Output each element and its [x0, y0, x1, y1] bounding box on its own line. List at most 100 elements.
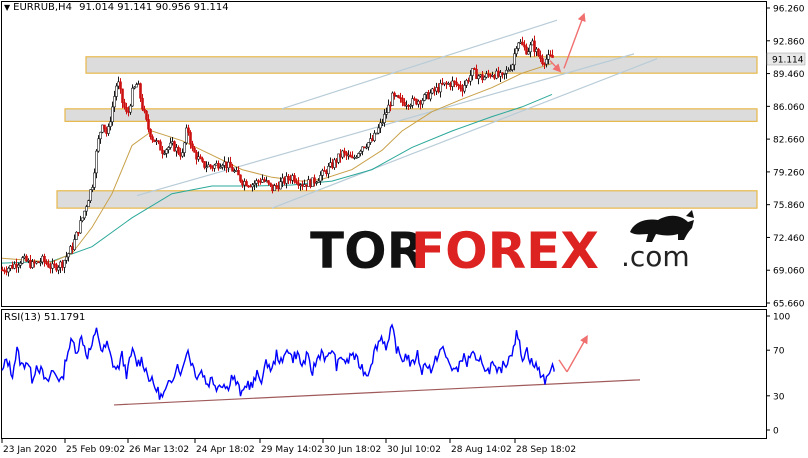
watermark-tor: TOR: [310, 222, 425, 280]
candle-body: [43, 255, 46, 263]
symbol-label: EURRUB,H4: [13, 2, 72, 13]
time-tick-label: 28 Aug 14:02: [451, 445, 512, 455]
candle-body: [463, 85, 466, 92]
candle-body: [235, 170, 238, 172]
candle-body: [455, 81, 458, 85]
candle-body: [421, 100, 424, 105]
candle-body: [253, 183, 256, 186]
candle-body: [85, 206, 88, 212]
candle-body: [135, 84, 138, 88]
candle-body: [195, 151, 198, 160]
candle-body: [187, 127, 190, 133]
candle-body: [401, 97, 404, 103]
candle-body: [177, 147, 180, 154]
time-tick-label: 30 Jul 10:02: [387, 445, 441, 455]
rsi-tick-label: 0: [773, 427, 779, 437]
candle-body: [279, 181, 282, 190]
candle-body: [125, 107, 128, 112]
price-tick-label: 79.260: [773, 168, 805, 178]
candle-body: [111, 106, 114, 123]
candle-body: [249, 185, 252, 188]
candle-body: [191, 143, 194, 149]
candle-body: [117, 81, 120, 87]
candle-body: [197, 156, 200, 160]
candle-body: [155, 140, 158, 143]
candle-body: [193, 147, 196, 153]
sr-zone: [64, 108, 758, 122]
candle-body: [121, 88, 124, 103]
candle-body: [129, 105, 132, 113]
current-price-label: 91.114: [772, 56, 804, 66]
candle-body: [357, 153, 360, 158]
candle-body: [529, 44, 532, 53]
candle-body: [141, 97, 144, 110]
candle-body: [205, 166, 208, 169]
candle-body: [469, 75, 472, 82]
candle-body: [105, 128, 108, 134]
candle-body: [215, 163, 218, 166]
time-tick-label: 23 Jan 2020: [3, 445, 57, 455]
candle-body: [319, 175, 322, 182]
candle-body: [233, 170, 236, 173]
price-tick-label: 82.660: [773, 136, 805, 146]
candle-body: [83, 210, 86, 219]
candle-body: [183, 142, 186, 153]
candle-body: [109, 121, 112, 127]
candle-body: [231, 167, 234, 172]
price-tick-label: 65.660: [773, 300, 805, 310]
candle-body: [459, 84, 462, 89]
candle-body: [75, 231, 78, 240]
candle-body: [243, 181, 246, 186]
candle-body: [7, 267, 10, 273]
rsi-tick-label: 30: [773, 392, 785, 402]
time-tick-label: 25 Feb 09:02: [66, 445, 125, 455]
chart-header: ▼ EURRUB,H4 91.014 91.141 90.956 91.114: [4, 2, 229, 13]
time-tick-label: 29 May 14:02: [261, 445, 323, 455]
eurrub-h4-chart: TOR FOREX .com 96.260 92.860 89.460 86.060 8…: [1, 1, 806, 455]
current-price-tag: 91.114: [766, 52, 806, 66]
candle-body: [13, 263, 16, 269]
candle-body: [521, 41, 524, 46]
candle-body: [527, 51, 530, 55]
candle-body: [539, 55, 542, 59]
candle-body: [103, 124, 106, 130]
price-tick-label: 69.060: [773, 267, 805, 277]
candle-body: [67, 253, 70, 258]
time-tick-label: 24 Apr 18:02: [196, 445, 255, 455]
price-tick-label: 92.860: [773, 37, 805, 47]
candle-body: [21, 257, 24, 264]
candle-body: [161, 149, 164, 154]
candle-body: [107, 126, 110, 134]
candle-body: [157, 140, 160, 143]
candle-body: [165, 149, 168, 154]
candle-body: [203, 161, 206, 168]
candle-body: [93, 172, 96, 188]
candle-body: [71, 246, 74, 250]
rsi-panel-frame: [1, 309, 767, 439]
candle-body: [87, 200, 90, 207]
candle-body: [131, 87, 134, 107]
candle-body: [11, 265, 14, 269]
candle-body: [523, 44, 526, 48]
candle-body: [137, 83, 140, 85]
candle-body: [251, 184, 254, 188]
candle-body: [181, 152, 184, 157]
candle-body: [245, 181, 248, 187]
candle-body: [127, 111, 130, 113]
candle-body: [293, 175, 296, 182]
candle-body: [163, 153, 166, 155]
ohlc-values: 91.014 91.141 90.956 91.114: [79, 2, 229, 13]
candle-body: [97, 138, 100, 152]
candle-body: [169, 142, 172, 148]
candle-body: [221, 165, 224, 168]
candle-body: [149, 128, 152, 138]
candle-body: [287, 175, 290, 180]
watermark-forex: FOREX: [411, 222, 599, 280]
candle-body: [511, 64, 514, 70]
candle-body: [199, 156, 202, 160]
candle-body: [537, 48, 540, 56]
rsi-axis: 100 70 30 0: [766, 313, 790, 437]
candle-body: [69, 246, 72, 254]
candle-body: [147, 119, 150, 130]
candle-body: [79, 220, 82, 234]
